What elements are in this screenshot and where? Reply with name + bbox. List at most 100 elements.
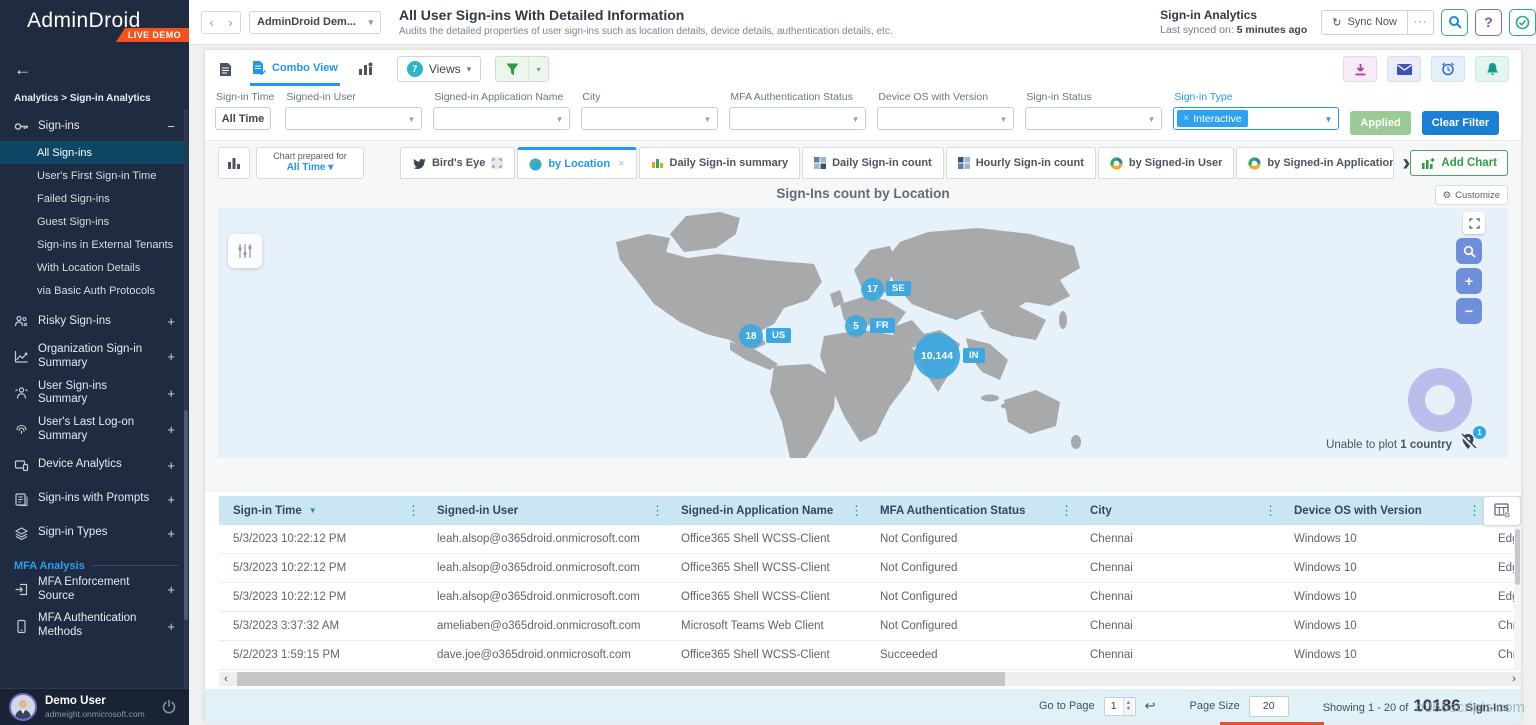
expand-icon[interactable]: + bbox=[165, 526, 175, 541]
scroll-right-icon[interactable]: › bbox=[1507, 673, 1521, 685]
sidebar-subitem-all-sign-ins[interactable]: All Sign-ins bbox=[0, 141, 189, 164]
alerts-button[interactable] bbox=[1475, 56, 1509, 82]
schedule-button[interactable] bbox=[1431, 56, 1465, 82]
tab-by-application-name[interactable]: by Signed-in Application Na bbox=[1236, 147, 1394, 179]
column-signed-in-user[interactable]: Signed-in User⋮ bbox=[423, 496, 667, 525]
sign-in-time-box[interactable]: All Time bbox=[215, 107, 271, 130]
scrollbar-thumb[interactable] bbox=[237, 672, 1005, 686]
chart-prepared-dropdown[interactable]: Chart prepared for All Time ▾ bbox=[256, 147, 364, 179]
sidebar-item-last-logon-summary[interactable]: User's Last Log-on Summary + bbox=[0, 414, 189, 446]
sign-in-type-select[interactable]: × Interactive ▼ bbox=[1173, 107, 1339, 130]
location-map[interactable]: + − 17 SE 5 FR 18 US 10,144 IN Unable to… bbox=[218, 208, 1508, 458]
column-menu-icon[interactable]: ⋮ bbox=[407, 503, 420, 519]
sidebar-subitem-first-sign-in-time[interactable]: User's First Sign-in Time bbox=[0, 164, 189, 187]
filter-funnel-button[interactable]: ▾ bbox=[495, 56, 549, 82]
column-menu-icon[interactable]: ⋮ bbox=[1468, 503, 1481, 519]
table-vertical-scrollbar[interactable] bbox=[1514, 527, 1521, 670]
sidebar-item-device-analytics[interactable]: Device Analytics + bbox=[0, 451, 189, 480]
expand-icon[interactable]: + bbox=[165, 386, 175, 401]
tab-daily-count[interactable]: Daily Sign-in count bbox=[802, 147, 944, 179]
funnel-caret[interactable]: ▾ bbox=[528, 57, 548, 81]
scroll-left-icon[interactable]: ‹ bbox=[219, 673, 233, 685]
marker-fr[interactable]: 5 bbox=[845, 315, 867, 337]
user-box[interactable]: Demo User admeight.onmicrosoft.com bbox=[0, 688, 189, 725]
tabs-scroll-right-icon[interactable]: › bbox=[1402, 151, 1410, 175]
sign-in-status-select[interactable]: ▼ bbox=[1025, 107, 1162, 130]
unplotted-pin[interactable]: 1 bbox=[1458, 432, 1480, 454]
status-check-button[interactable] bbox=[1509, 9, 1536, 36]
applied-button[interactable]: Applied bbox=[1350, 111, 1410, 135]
device-os-select[interactable]: ▼ bbox=[877, 107, 1014, 130]
column-menu-icon[interactable]: ⋮ bbox=[1264, 503, 1277, 519]
sidebar-subitem-failed-sign-ins[interactable]: Failed Sign-ins bbox=[0, 187, 189, 210]
sidebar-subitem-external-tenants[interactable]: Sign-ins in External Tenants bbox=[0, 233, 189, 256]
table-row[interactable]: 5/3/2023 10:22:12 PM leah.alsop@o365droi… bbox=[219, 583, 1521, 612]
collapse-icon[interactable]: − bbox=[165, 119, 175, 134]
back-arrow-icon[interactable]: ← bbox=[14, 60, 34, 80]
sidebar-item-org-sign-in-summary[interactable]: Organization Sign-in Summary + bbox=[0, 341, 189, 373]
table-row[interactable]: 5/3/2023 10:22:12 PM leah.alsop@o365droi… bbox=[219, 554, 1521, 583]
tab-by-signed-in-user[interactable]: by Signed-in User bbox=[1098, 147, 1235, 179]
spin-down-icon[interactable]: ▼ bbox=[1126, 706, 1131, 712]
application-name-select[interactable]: ▼ bbox=[433, 107, 570, 130]
mfa-status-select[interactable]: ▼ bbox=[729, 107, 866, 130]
marker-us[interactable]: 18 bbox=[739, 324, 763, 348]
map-settings-button[interactable] bbox=[228, 234, 262, 268]
column-menu-icon[interactable]: ⋮ bbox=[651, 503, 664, 519]
sidebar-item-mfa-enforcement-source[interactable]: MFA Enforcement Source + bbox=[0, 574, 189, 606]
page-size-input[interactable] bbox=[1249, 696, 1289, 717]
help-button[interactable]: ? bbox=[1475, 9, 1502, 36]
table-row[interactable]: 5/3/2023 10:22:12 PM leah.alsop@o365droi… bbox=[219, 525, 1521, 554]
chart-view-tab[interactable] bbox=[356, 54, 375, 84]
expand-icon[interactable]: + bbox=[165, 422, 175, 437]
expand-icon[interactable]: + bbox=[165, 314, 175, 329]
city-select[interactable]: ▼ bbox=[581, 107, 718, 130]
go-to-page-icon[interactable]: ↩ bbox=[1145, 698, 1156, 714]
table-horizontal-scrollbar[interactable]: ‹ › bbox=[219, 672, 1521, 686]
sidebar-item-mfa-authentication-methods[interactable]: MFA Authentication Methods + bbox=[0, 610, 189, 642]
column-device-os[interactable]: Device OS with Version⋮ bbox=[1280, 496, 1484, 525]
column-sign-in-time[interactable]: Sign-in Time▼⋮ bbox=[219, 496, 423, 525]
expand-icon[interactable]: + bbox=[165, 582, 175, 597]
goto-page-input[interactable] bbox=[1105, 700, 1123, 712]
sidebar-subitem-guest-sign-ins[interactable]: Guest Sign-ins bbox=[0, 210, 189, 233]
chip-close-icon[interactable]: × bbox=[1183, 113, 1189, 124]
tab-birds-eye[interactable]: Bird's Eye bbox=[400, 147, 515, 179]
signed-in-user-select[interactable]: ▼ bbox=[285, 107, 422, 130]
sidebar-item-sign-in-types[interactable]: Sign-in Types + bbox=[0, 519, 189, 548]
map-zoom-out-button[interactable]: − bbox=[1456, 298, 1482, 324]
workspace-dropdown[interactable]: AdminDroid Dem... ▾ bbox=[249, 11, 381, 34]
sidebar-item-user-sign-ins-summary[interactable]: User Sign-ins Summary + bbox=[0, 378, 189, 410]
nav-back-icon[interactable]: ‹ bbox=[202, 12, 221, 33]
customize-button[interactable]: ⚙ Customize bbox=[1435, 185, 1508, 205]
map-fullscreen-button[interactable] bbox=[1463, 212, 1485, 234]
tab-by-location[interactable]: by Location × bbox=[517, 147, 636, 179]
views-dropdown[interactable]: 7 Views ▾ bbox=[397, 56, 481, 82]
expand-icon[interactable]: + bbox=[165, 458, 175, 473]
table-row[interactable]: 5/2/2023 1:59:15 PM dave.joe@o365droid.o… bbox=[219, 641, 1521, 670]
marker-in[interactable]: 10,144 bbox=[914, 333, 960, 379]
column-city[interactable]: City⋮ bbox=[1076, 496, 1280, 525]
tab-daily-summary[interactable]: Daily Sign-in summary bbox=[639, 147, 801, 179]
expand-icon[interactable]: + bbox=[165, 492, 175, 507]
download-button[interactable] bbox=[1343, 56, 1377, 82]
column-application-name[interactable]: Signed-in Application Name⋮ bbox=[667, 496, 866, 525]
tab-hourly-count[interactable]: Hourly Sign-in count bbox=[946, 147, 1096, 179]
sidebar-scrollbar[interactable] bbox=[184, 110, 188, 688]
column-menu-icon[interactable]: ⋮ bbox=[1060, 503, 1073, 519]
sidebar-item-sign-ins-with-prompts[interactable]: Sign-ins with Prompts + bbox=[0, 485, 189, 514]
column-menu-icon[interactable]: ⋮ bbox=[850, 503, 863, 519]
nav-forward-icon[interactable]: › bbox=[221, 12, 240, 33]
sidebar-item-risky-sign-ins[interactable]: Risky Sign-ins + bbox=[0, 307, 189, 336]
sidebar-item-sign-ins[interactable]: Sign-ins − bbox=[0, 112, 189, 141]
table-row[interactable]: 5/3/2023 3:37:32 AM ameliaben@o365droid.… bbox=[219, 612, 1521, 641]
column-mfa-status[interactable]: MFA Authentication Status⋮ bbox=[866, 496, 1076, 525]
map-zoom-tool-button[interactable] bbox=[1456, 238, 1482, 264]
table-vertical-scrollbar-thumb[interactable] bbox=[1515, 529, 1520, 585]
map-zoom-in-button[interactable]: + bbox=[1456, 268, 1482, 294]
add-chart-button[interactable]: Add Chart bbox=[1410, 150, 1508, 176]
expand-icon[interactable]: + bbox=[165, 619, 175, 634]
sidebar-subitem-location-details[interactable]: With Location Details bbox=[0, 256, 189, 279]
expand-icon[interactable]: + bbox=[165, 349, 175, 364]
combo-view-tab[interactable]: Combo View bbox=[250, 52, 340, 86]
